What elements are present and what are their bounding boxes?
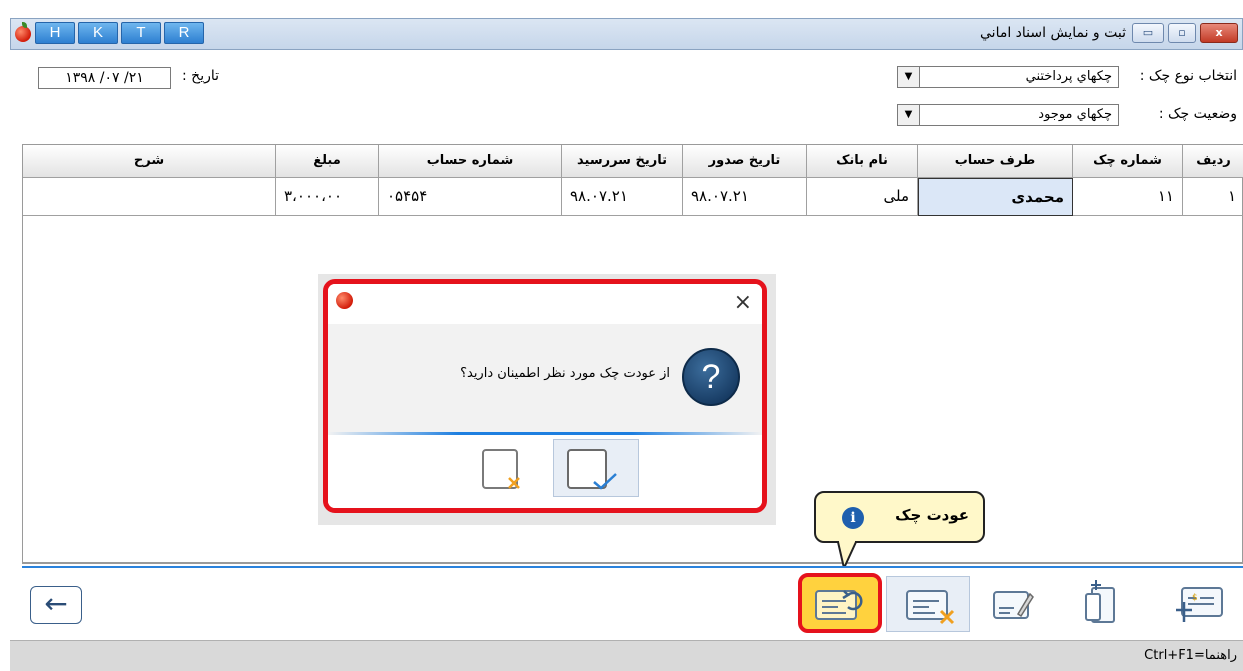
column-header-account[interactable]: شماره حساب (379, 145, 562, 178)
dialog-body: ? از عودت چک مورد نظر اطمينان داريد؟ (328, 324, 762, 432)
column-header-amount[interactable]: مبلغ (276, 145, 379, 178)
chevron-down-icon[interactable]: ▼ (898, 105, 920, 125)
check-type-label: انتخاب نوع چک : (1139, 68, 1237, 84)
minimize-button[interactable]: ▭ (1132, 23, 1164, 43)
document-cancel-icon (482, 449, 520, 489)
confirm-dialog: × ? از عودت چک مورد نظر اطمينان داريد؟ (323, 279, 767, 513)
app-logo-icon (15, 22, 31, 42)
cancel-check-button[interactable] (886, 576, 970, 632)
cell-row-number[interactable]: ۱ (1183, 178, 1243, 216)
document-check-icon (567, 449, 617, 490)
filter-panel: انتخاب نوع چک : چکهاي پرداختني ▼ وضعيت چ… (22, 51, 1243, 144)
dialog-message: از عودت چک مورد نظر اطمينان داريد؟ (460, 366, 670, 381)
column-header-check-no[interactable]: شماره چک (1073, 145, 1183, 178)
check-status-select[interactable]: چکهاي موجود ▼ (897, 104, 1119, 126)
chevron-down-icon[interactable]: ▼ (898, 67, 920, 87)
status-bar: Ctrl+F1=راهنما (10, 640, 1243, 671)
toolbar: ← $ (22, 566, 1243, 639)
transfer-check-icon (1085, 580, 1115, 623)
quick-button-h[interactable]: H (35, 22, 75, 44)
cancel-check-icon (906, 590, 955, 625)
dialog-title-bar: × (328, 284, 762, 324)
transfer-check-button[interactable] (1072, 576, 1130, 632)
app-logo-icon (336, 292, 353, 309)
title-bar: H K T R ثبت و نمايش اسناد اماني ▭ ▫ x (10, 18, 1243, 50)
close-button[interactable]: x (1200, 23, 1238, 43)
column-header-due-date[interactable]: تاريخ سررسيد (562, 145, 683, 178)
check-status-label: وضعيت چک : (1158, 106, 1237, 122)
column-header-party[interactable]: طرف حساب (918, 145, 1073, 178)
check-type-select[interactable]: چکهاي پرداختني ▼ (897, 66, 1119, 88)
cell-amount[interactable]: ۳،۰۰۰،۰۰ (276, 178, 379, 216)
cell-description[interactable] (23, 178, 276, 216)
window-title: ثبت و نمايش اسناد اماني (980, 25, 1126, 41)
dialog-close-button[interactable]: × (734, 290, 752, 315)
cell-check-no[interactable]: ۱۱ (1073, 178, 1183, 216)
tooltip: i عودت چک (814, 491, 985, 543)
date-input[interactable]: ۱۳۹۸ /۰۷ /۲۱ (38, 67, 171, 89)
maximize-button[interactable]: ▫ (1168, 23, 1196, 43)
check-type-value: چکهاي پرداختني (1025, 69, 1112, 84)
cancel-button[interactable] (468, 439, 548, 497)
info-icon: i (842, 507, 864, 529)
quick-button-k[interactable]: K (78, 22, 118, 44)
column-header-issue-date[interactable]: تاريخ صدور (683, 145, 807, 178)
quick-button-r[interactable]: R (164, 22, 204, 44)
status-help-text: Ctrl+F1=راهنما (1144, 648, 1237, 663)
tooltip-text: عودت چک (895, 506, 969, 524)
cell-issue-date[interactable]: ۹۸.۰۷.۲۱ (683, 178, 807, 216)
new-check-icon: $ (1176, 587, 1223, 622)
question-icon: ? (682, 348, 740, 406)
column-header-row[interactable]: رديف (1183, 145, 1243, 178)
cell-due-date[interactable]: ۹۸.۰۷.۲۱ (562, 178, 683, 216)
new-check-button[interactable]: $ (1162, 576, 1223, 632)
return-check-icon (815, 590, 863, 620)
dialog-footer (328, 435, 762, 508)
date-label: تاريخ : (182, 68, 220, 84)
back-button[interactable]: ← (30, 586, 82, 624)
column-header-description[interactable]: شرح (23, 145, 276, 178)
edit-check-button[interactable] (982, 576, 1040, 632)
cell-party[interactable]: محمدی (918, 178, 1073, 216)
svg-text:$: $ (1192, 593, 1198, 603)
check-status-value: چکهاي موجود (1038, 107, 1112, 122)
column-header-bank[interactable]: نام بانک (807, 145, 918, 178)
app-window: H K T R ثبت و نمايش اسناد اماني ▭ ▫ x ان… (0, 0, 1243, 671)
cell-account[interactable]: ۰۵۴۵۴ (379, 178, 562, 216)
confirm-button[interactable] (553, 439, 639, 497)
edit-check-icon (993, 591, 1034, 619)
quick-button-t[interactable]: T (121, 22, 161, 44)
cell-bank[interactable]: ملی (807, 178, 918, 216)
return-check-button[interactable] (798, 573, 882, 633)
